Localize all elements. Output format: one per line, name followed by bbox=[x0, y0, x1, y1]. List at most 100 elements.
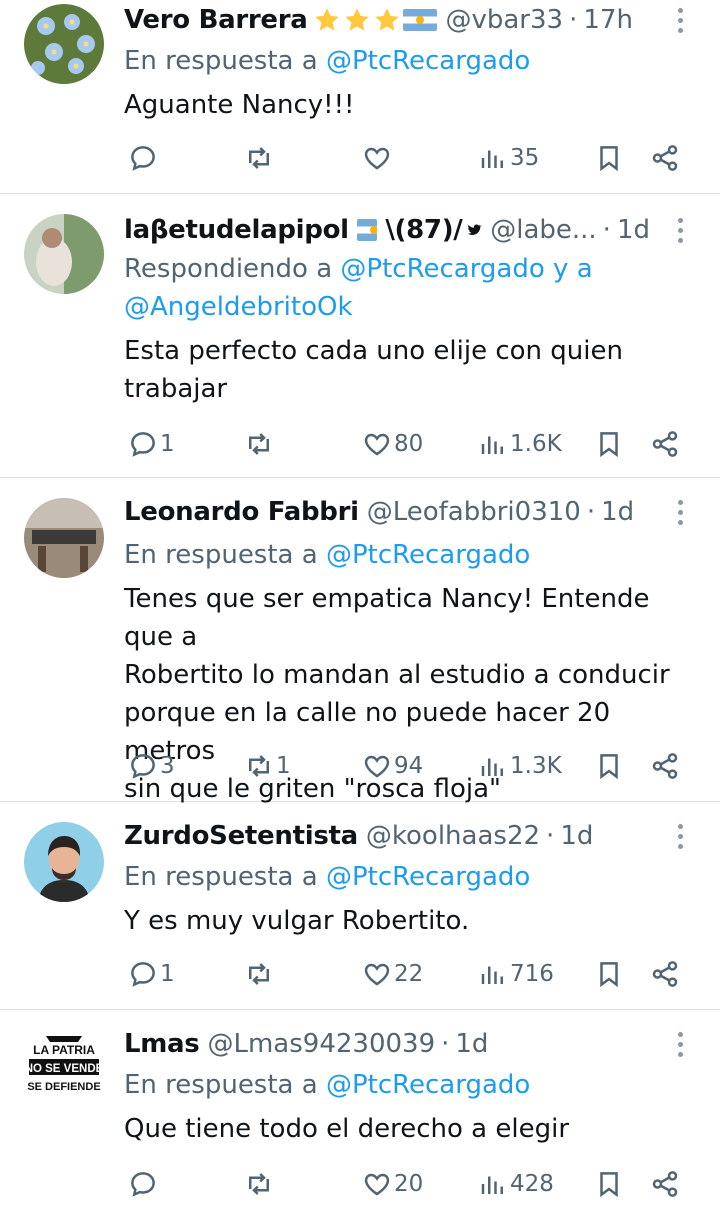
view-count: 428 bbox=[510, 1171, 554, 1197]
tweet-header: Lmas @Lmas94230039 · 1d bbox=[124, 1024, 650, 1064]
avatar[interactable] bbox=[24, 214, 104, 294]
bookmark-icon bbox=[594, 1169, 624, 1199]
timestamp[interactable]: 1d bbox=[560, 821, 593, 851]
share-button[interactable] bbox=[650, 952, 680, 996]
tweet-5[interactable]: LA PATRIA NO SE VENDE SE DEFIENDE Lmas @… bbox=[0, 1010, 720, 1216]
tweet-3[interactable]: Leonardo Fabbri @Leofabbri0310 · 1d En r… bbox=[0, 478, 720, 804]
like-count: 22 bbox=[394, 961, 424, 987]
more-options-icon[interactable] bbox=[670, 210, 690, 250]
share-icon bbox=[650, 429, 680, 459]
avatar[interactable] bbox=[24, 822, 104, 902]
mention-link[interactable]: @PtcRecargado bbox=[326, 862, 530, 892]
like-count: 80 bbox=[394, 431, 424, 457]
like-button[interactable]: 80 bbox=[362, 422, 423, 466]
more-options-icon[interactable] bbox=[670, 0, 690, 40]
display-name-suffix: \(87)/ bbox=[385, 215, 463, 245]
views-button[interactable]: 35 bbox=[478, 136, 539, 180]
bookmark-button[interactable] bbox=[594, 422, 624, 466]
mention-link[interactable]: @PtcRecargado y a bbox=[340, 254, 592, 284]
star-emoji bbox=[315, 8, 340, 31]
user-handle[interactable]: @vbar33 bbox=[445, 5, 563, 35]
reply-button[interactable]: 3 bbox=[128, 744, 175, 788]
timestamp[interactable]: 1d bbox=[455, 1029, 488, 1059]
user-handle[interactable]: @Lmas94230039 bbox=[207, 1029, 435, 1059]
action-bar: 20 428 bbox=[124, 1162, 694, 1206]
timestamp[interactable]: 1d bbox=[617, 215, 650, 245]
reply-icon bbox=[128, 959, 158, 989]
reply-button[interactable] bbox=[128, 136, 160, 180]
bar-chart-icon bbox=[478, 1169, 508, 1199]
reply-prefix: En respuesta a bbox=[124, 862, 318, 892]
more-options-icon[interactable] bbox=[670, 816, 690, 856]
action-bar: 1 80 1.6K bbox=[124, 422, 694, 466]
separator-dot: · bbox=[441, 1029, 450, 1059]
reply-button[interactable] bbox=[128, 1162, 160, 1206]
share-button[interactable] bbox=[650, 1162, 680, 1206]
bookmark-icon bbox=[594, 959, 624, 989]
reply-count: 1 bbox=[160, 431, 175, 457]
retweet-button[interactable] bbox=[244, 952, 276, 996]
share-button[interactable] bbox=[650, 744, 680, 788]
more-options-icon[interactable] bbox=[670, 1024, 690, 1064]
bookmark-icon bbox=[594, 751, 624, 781]
action-bar: 3 1 94 1.3K bbox=[124, 744, 694, 788]
retweet-button[interactable]: 1 bbox=[244, 744, 291, 788]
tweet-header: ZurdoSetentista @koolhaas22 · 1d bbox=[124, 816, 650, 856]
tweet-1[interactable]: Vero Barrera @vbar33 · 17h En respuesta … bbox=[0, 0, 720, 194]
views-button[interactable]: 1.6K bbox=[478, 422, 562, 466]
display-name[interactable]: Lmas bbox=[124, 1029, 200, 1059]
views-button[interactable]: 428 bbox=[478, 1162, 554, 1206]
avatar[interactable]: LA PATRIA NO SE VENDE SE DEFIENDE bbox=[24, 1030, 104, 1110]
reply-context: En respuesta a @PtcRecargado bbox=[124, 1066, 690, 1104]
mention-link[interactable]: @PtcRecargado bbox=[326, 46, 530, 76]
views-button[interactable]: 1.3K bbox=[478, 744, 562, 788]
more-options-icon[interactable] bbox=[670, 492, 690, 532]
timestamp[interactable]: 17h bbox=[583, 5, 633, 35]
retweet-button[interactable] bbox=[244, 422, 276, 466]
bookmark-button[interactable] bbox=[594, 952, 624, 996]
tweet-header: Leonardo Fabbri @Leofabbri0310 · 1d bbox=[124, 492, 650, 532]
bookmark-button[interactable] bbox=[594, 136, 624, 180]
share-button[interactable] bbox=[650, 136, 680, 180]
like-button[interactable]: 22 bbox=[362, 952, 423, 996]
reply-context: En respuesta a @PtcRecargado bbox=[124, 536, 690, 574]
reply-icon bbox=[128, 143, 158, 173]
mention-link[interactable]: @PtcRecargado bbox=[326, 540, 530, 570]
avatar[interactable] bbox=[24, 4, 104, 84]
bookmark-button[interactable] bbox=[594, 1162, 624, 1206]
user-handle[interactable]: @Leofabbri0310 bbox=[367, 497, 581, 527]
mention-link[interactable]: @PtcRecargado bbox=[326, 1070, 530, 1100]
reply-prefix: Respondiendo a bbox=[124, 254, 333, 284]
action-bar: 35 bbox=[124, 136, 694, 180]
mention-link-2[interactable]: @AngeldebritoOk bbox=[124, 288, 690, 326]
display-name[interactable]: Vero Barrera bbox=[124, 5, 308, 35]
display-name[interactable]: laβetudelapipol bbox=[124, 215, 349, 245]
avatar[interactable] bbox=[24, 498, 104, 578]
timestamp[interactable]: 1d bbox=[601, 497, 634, 527]
tweet-4[interactable]: ZurdoSetentista @koolhaas22 · 1d En resp… bbox=[0, 802, 720, 1010]
bookmark-icon bbox=[594, 429, 624, 459]
reply-button[interactable]: 1 bbox=[128, 422, 175, 466]
reply-button[interactable]: 1 bbox=[128, 952, 175, 996]
bookmark-icon bbox=[594, 143, 624, 173]
like-button[interactable] bbox=[362, 136, 394, 180]
share-button[interactable] bbox=[650, 422, 680, 466]
tweet-text: Y es muy vulgar Robertito. bbox=[124, 906, 470, 936]
retweet-button[interactable] bbox=[244, 1162, 276, 1206]
user-handle[interactable]: @koolhaas22 bbox=[366, 821, 540, 851]
tweet-2[interactable]: laβetudelapipol \(87)/ @labe... · 1d Res… bbox=[0, 194, 720, 478]
like-button[interactable]: 94 bbox=[362, 744, 423, 788]
views-button[interactable]: 716 bbox=[478, 952, 554, 996]
display-name[interactable]: ZurdoSetentista bbox=[124, 821, 358, 851]
display-name[interactable]: Leonardo Fabbri bbox=[124, 497, 359, 527]
tweet-text-line: trabajar bbox=[124, 374, 228, 404]
user-handle[interactable]: @labe... bbox=[490, 215, 596, 245]
like-count: 20 bbox=[394, 1171, 424, 1197]
tweet-header: Vero Barrera @vbar33 · 17h bbox=[124, 0, 650, 40]
like-button[interactable]: 20 bbox=[362, 1162, 423, 1206]
retweet-button[interactable] bbox=[244, 136, 276, 180]
like-count: 94 bbox=[394, 753, 424, 779]
bookmark-button[interactable] bbox=[594, 744, 624, 788]
reply-icon bbox=[128, 751, 158, 781]
bird-icon bbox=[468, 224, 483, 235]
